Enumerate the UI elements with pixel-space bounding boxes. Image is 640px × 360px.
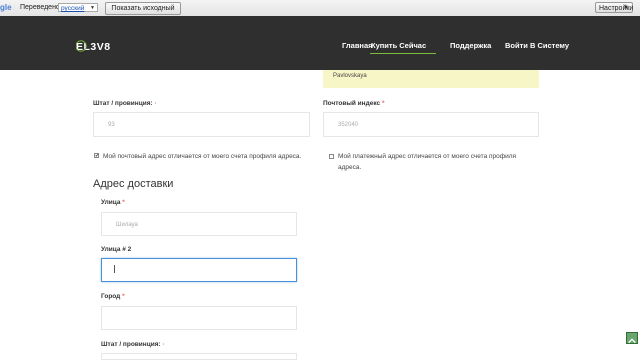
street-input[interactable]: Шилауа: [101, 212, 297, 236]
shipping-state-label-text: Штат / провинция:: [101, 341, 161, 348]
text-cursor: [114, 265, 115, 273]
google-logo: gle: [0, 3, 12, 12]
billing-address-checkbox-label: Мой платежный адрес отличается от моего …: [338, 153, 517, 171]
street2-input[interactable]: [101, 258, 297, 282]
chevron-down-icon: ▼: [90, 5, 95, 11]
street-label-text: Улица: [101, 199, 121, 206]
nav-home[interactable]: Главная: [342, 41, 373, 50]
street-label: Улица *: [101, 199, 125, 206]
city-input[interactable]: [101, 306, 297, 330]
billing-address-checkbox[interactable]: [329, 154, 334, 159]
nav-buy-now[interactable]: Купить Сейчас: [371, 41, 426, 50]
zip-input[interactable]: 352040: [323, 112, 539, 137]
zip-label-text: Почтовый индекс: [323, 100, 381, 107]
options-button[interactable]: Настройки ▼: [595, 2, 633, 13]
street2-label: Улица # 2: [101, 246, 132, 253]
city-label: Город *: [101, 293, 125, 300]
shipping-state-input[interactable]: [101, 353, 297, 360]
show-original-button[interactable]: Показать исходный текст: [105, 2, 181, 23]
required-marker: ·: [154, 100, 157, 107]
required-marker: *: [381, 100, 385, 107]
scroll-to-top-button[interactable]: [626, 332, 638, 344]
language-select[interactable]: русский ▼: [58, 3, 98, 12]
state-label: Штат / провинция: ·: [93, 100, 157, 107]
city-value: Pavlovskaya: [333, 73, 367, 79]
logo-text: EL3V8: [76, 41, 111, 52]
state-label-text: Штат / провинция:: [93, 100, 153, 107]
state-input[interactable]: 93: [93, 112, 310, 137]
arrow-up-icon: [628, 338, 636, 344]
zip-label: Почтовый индекс *: [323, 100, 384, 107]
language-value: русский: [61, 5, 85, 12]
required-marker: *: [122, 199, 125, 206]
translate-bar: gle Переведено на русский ▼ Показать исхо…: [0, 0, 640, 23]
shipping-section-title: Адрес доставки: [93, 178, 174, 190]
nav-active-indicator: [370, 53, 436, 54]
nav-support[interactable]: Поддержка: [450, 41, 491, 50]
city-label-text: Город: [101, 293, 121, 300]
chevron-down-icon: ▼: [623, 5, 629, 11]
mailing-address-checkbox-label: Мой почтовый адрес отличается от моего с…: [103, 153, 302, 160]
site-logo[interactable]: EL3V8: [76, 40, 112, 52]
mailing-address-checkbox[interactable]: ✔: [94, 153, 99, 159]
nav-login[interactable]: Войти В Систему: [505, 41, 569, 50]
shipping-state-label: Штат / провинция: ·: [101, 341, 165, 348]
required-marker: ·: [162, 341, 165, 348]
required-marker: *: [122, 293, 125, 300]
